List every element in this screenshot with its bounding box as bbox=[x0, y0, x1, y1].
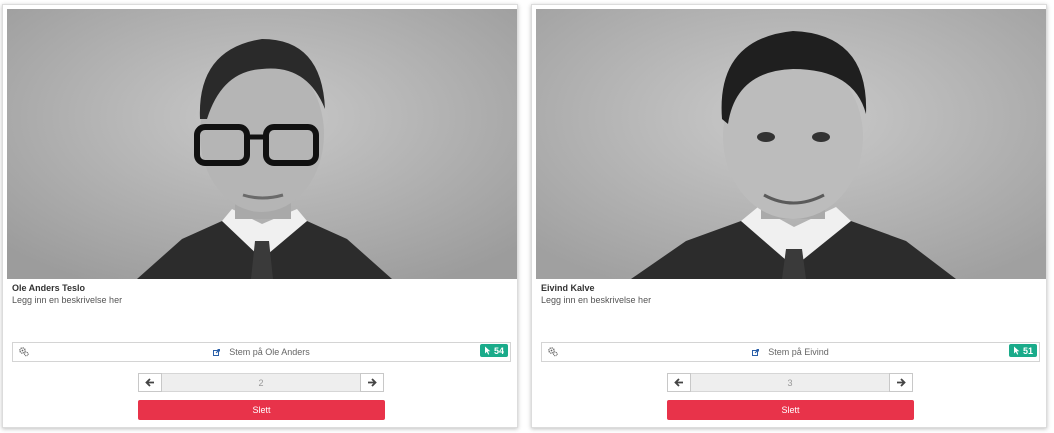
candidate-card: Ole Anders Teslo Legg inn en beskrivelse… bbox=[2, 4, 518, 428]
external-link-icon bbox=[752, 348, 760, 356]
candidate-card: Eivind Kalve Legg inn en beskrivelse her… bbox=[531, 4, 1047, 428]
candidate-name: Eivind Kalve bbox=[541, 283, 595, 293]
vote-label: Stem på Eivind bbox=[768, 347, 829, 357]
position-number: 3 bbox=[691, 373, 889, 392]
candidate-cards: Ole Anders Teslo Legg inn en beskrivelse… bbox=[0, 0, 1054, 433]
move-left-button[interactable] bbox=[667, 373, 691, 392]
vote-count: 54 bbox=[493, 345, 504, 356]
position-number: 2 bbox=[162, 373, 360, 392]
gears-icon[interactable] bbox=[19, 347, 29, 357]
move-right-button[interactable] bbox=[360, 373, 384, 392]
arrow-right-icon bbox=[368, 378, 377, 387]
candidate-description[interactable]: Legg inn en beskrivelse her bbox=[12, 295, 122, 305]
delete-button[interactable]: Slett bbox=[667, 400, 914, 420]
move-left-button[interactable] bbox=[138, 373, 162, 392]
candidate-photo bbox=[7, 9, 517, 279]
candidate-name: Ole Anders Teslo bbox=[12, 283, 86, 293]
vote-button[interactable]: Stem på Ole Anders 54 bbox=[12, 342, 511, 362]
vote-count: 51 bbox=[1022, 345, 1033, 356]
cursor-pointer-icon bbox=[484, 346, 491, 355]
vote-label: Stem på Ole Anders bbox=[229, 347, 310, 357]
delete-button[interactable]: Slett bbox=[138, 400, 385, 420]
cursor-pointer-icon bbox=[1013, 346, 1020, 355]
candidate-photo bbox=[536, 9, 1046, 279]
arrow-left-icon bbox=[145, 378, 154, 387]
position-pager: 3 bbox=[667, 373, 913, 392]
position-pager: 2 bbox=[138, 373, 384, 392]
external-link-icon bbox=[213, 348, 221, 356]
vote-button[interactable]: Stem på Eivind 51 bbox=[541, 342, 1040, 362]
arrow-left-icon bbox=[674, 378, 683, 387]
vote-count-badge: 51 bbox=[1008, 344, 1037, 357]
gears-icon[interactable] bbox=[548, 347, 558, 357]
vote-count-badge: 54 bbox=[479, 344, 508, 357]
move-right-button[interactable] bbox=[889, 373, 913, 392]
candidate-description[interactable]: Legg inn en beskrivelse her bbox=[541, 295, 651, 305]
arrow-right-icon bbox=[897, 378, 906, 387]
